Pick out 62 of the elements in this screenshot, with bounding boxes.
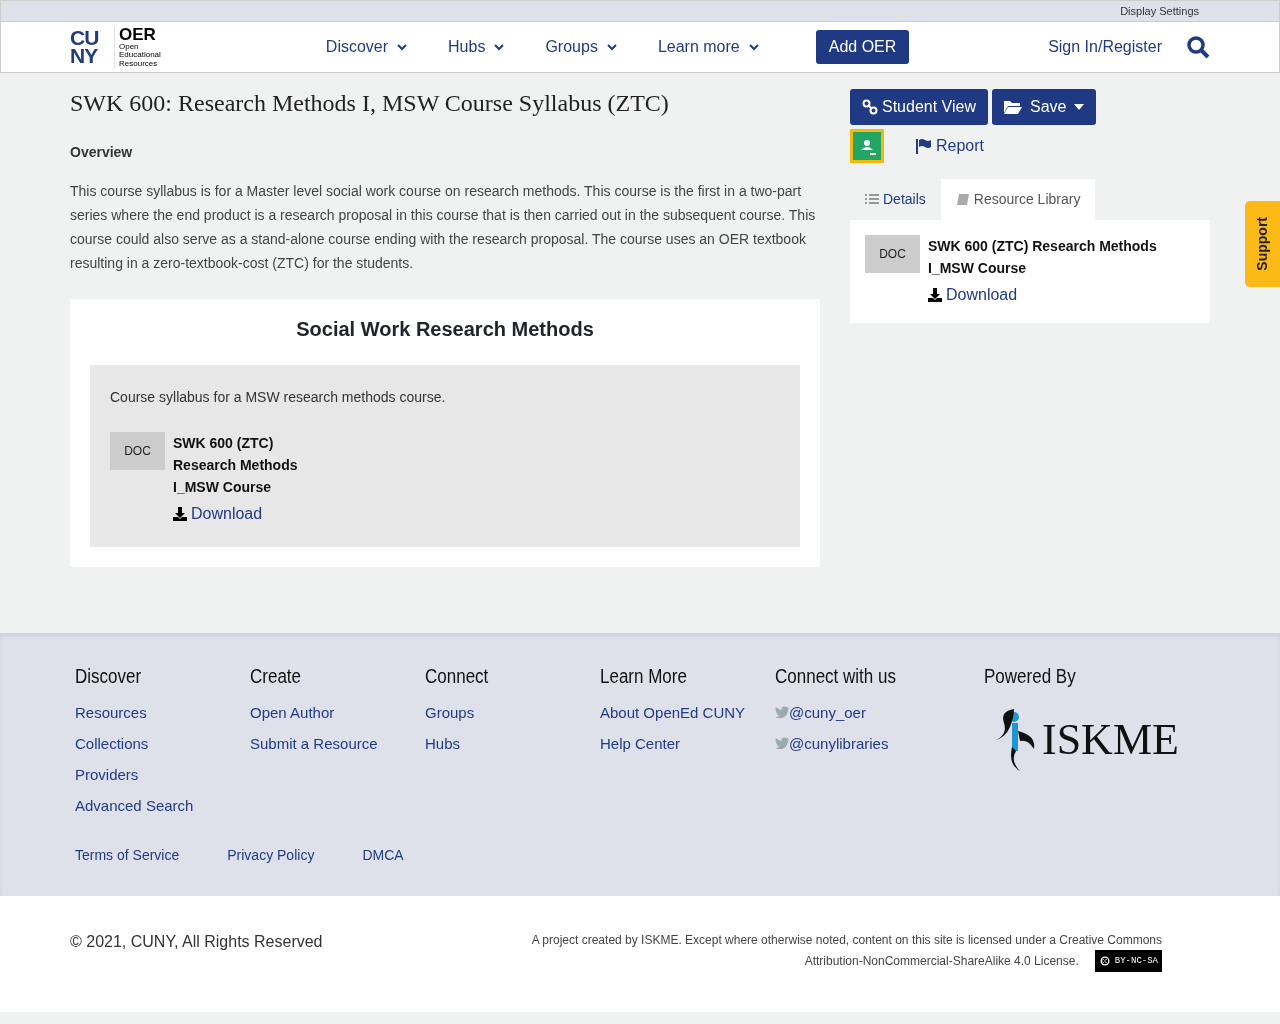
save-button[interactable]: Save xyxy=(992,89,1097,125)
section-description: Course syllabus for a MSW research methods course. xyxy=(110,387,447,407)
support-tab[interactable]: Support xyxy=(1245,201,1280,287)
link-icon xyxy=(862,99,878,115)
display-settings-link[interactable]: Display Settings xyxy=(1120,2,1199,20)
footer-link[interactable]: Advanced Search xyxy=(75,789,250,821)
search-icon xyxy=(1186,35,1210,59)
file-type-thumbnail: DOC xyxy=(110,431,165,470)
cc-icon xyxy=(1098,955,1111,966)
footer-link[interactable]: @cuny_oer xyxy=(775,696,950,728)
footer-link[interactable]: Submit a Resource xyxy=(250,727,425,759)
report-link[interactable]: Report xyxy=(916,134,985,158)
file-name: SWK 600 (ZTC) Research Methods I_MSW Course xyxy=(173,433,299,497)
footer-heading: Powered By xyxy=(984,663,1077,689)
license-text: A project created by ISKME. Except where otherwise noted, content on this site is licensed under a Creative Commons xyxy=(531,931,1162,949)
nav-link[interactable]: Discover xyxy=(317,35,417,59)
footer-heading: Connect xyxy=(425,663,490,689)
footer-link[interactable]: @cunylibraries xyxy=(775,727,950,759)
footer-link[interactable]: Hubs xyxy=(425,727,600,759)
list-icon xyxy=(865,193,879,206)
tab[interactable]: Details xyxy=(850,179,941,220)
bird-icon xyxy=(775,706,789,719)
footer-heading: Discover xyxy=(75,663,143,689)
download-link[interactable]: Download xyxy=(928,283,1018,307)
footer-link[interactable]: Open Author xyxy=(250,696,425,728)
download-link[interactable]: Download xyxy=(173,501,263,526)
license-badge[interactable]: BY-NC-SA xyxy=(1094,949,1162,972)
section-title: Social Work Research Methods xyxy=(295,316,595,341)
legal-link[interactable]: DMCA xyxy=(362,844,404,866)
flag-icon xyxy=(916,138,932,154)
classroom-share-button[interactable] xyxy=(850,129,884,163)
overview-heading: Overview xyxy=(70,142,134,162)
footer-heading: Learn More xyxy=(600,663,688,689)
add-oer-button[interactable]: Add OER xyxy=(815,30,910,64)
caret-icon xyxy=(1074,104,1085,110)
nav-link[interactable]: Hubs xyxy=(440,35,514,59)
footer-heading: Create xyxy=(250,663,303,689)
tab[interactable]: Resource Library xyxy=(940,179,1096,220)
student-view-button[interactable]: Student View xyxy=(850,89,988,125)
file-type-thumbnail: DOC xyxy=(865,235,920,273)
bird-icon xyxy=(775,737,789,750)
footer-link[interactable]: Collections xyxy=(75,727,250,759)
sign-in-link[interactable]: Sign In/Register xyxy=(1048,35,1162,59)
iskme-logo[interactable]: ISKME xyxy=(992,706,1179,773)
footer-link[interactable]: Groups xyxy=(425,696,600,728)
legal-link[interactable]: Privacy Policy xyxy=(227,844,315,866)
nav-link[interactable]: Learn more xyxy=(649,35,768,59)
overview-text: This course syllabus is for a Master level social work course on research methods. This course is the first in a two-part series where the end product is a research proposal in this course that is then carried out in the subsequent course. This course could also serve as a stand-alone course ending with the research proposal. The course uses an OER textbook resulting in a zero-textbook-cost (ZTC) for the students. xyxy=(70,181,817,273)
download-icon xyxy=(928,288,942,302)
nav-link[interactable]: Groups xyxy=(537,35,626,59)
footer-heading: Connect with us xyxy=(775,663,897,689)
legal-link[interactable]: Terms of Service xyxy=(75,844,180,866)
page-title: SWK 600: Research Methods I, MSW Course Syllabus (ZTC) xyxy=(70,89,670,118)
footer-link[interactable]: Providers xyxy=(75,758,250,790)
footer-link[interactable]: Resources xyxy=(75,696,250,728)
license-text: Attribution-NonCommercial-ShareAlike 4.0 License. xyxy=(804,952,1079,970)
footer-link[interactable]: Help Center xyxy=(600,727,775,759)
download-icon xyxy=(173,506,187,521)
folder-icon xyxy=(1004,100,1022,114)
file-name: SWK 600 (ZTC) Research Methods I_MSW Course xyxy=(928,237,1158,278)
footer-link[interactable]: About OpenEd CUNY xyxy=(600,696,775,728)
copyright-text: © 2021, CUNY, All Rights Reserved xyxy=(70,931,323,952)
